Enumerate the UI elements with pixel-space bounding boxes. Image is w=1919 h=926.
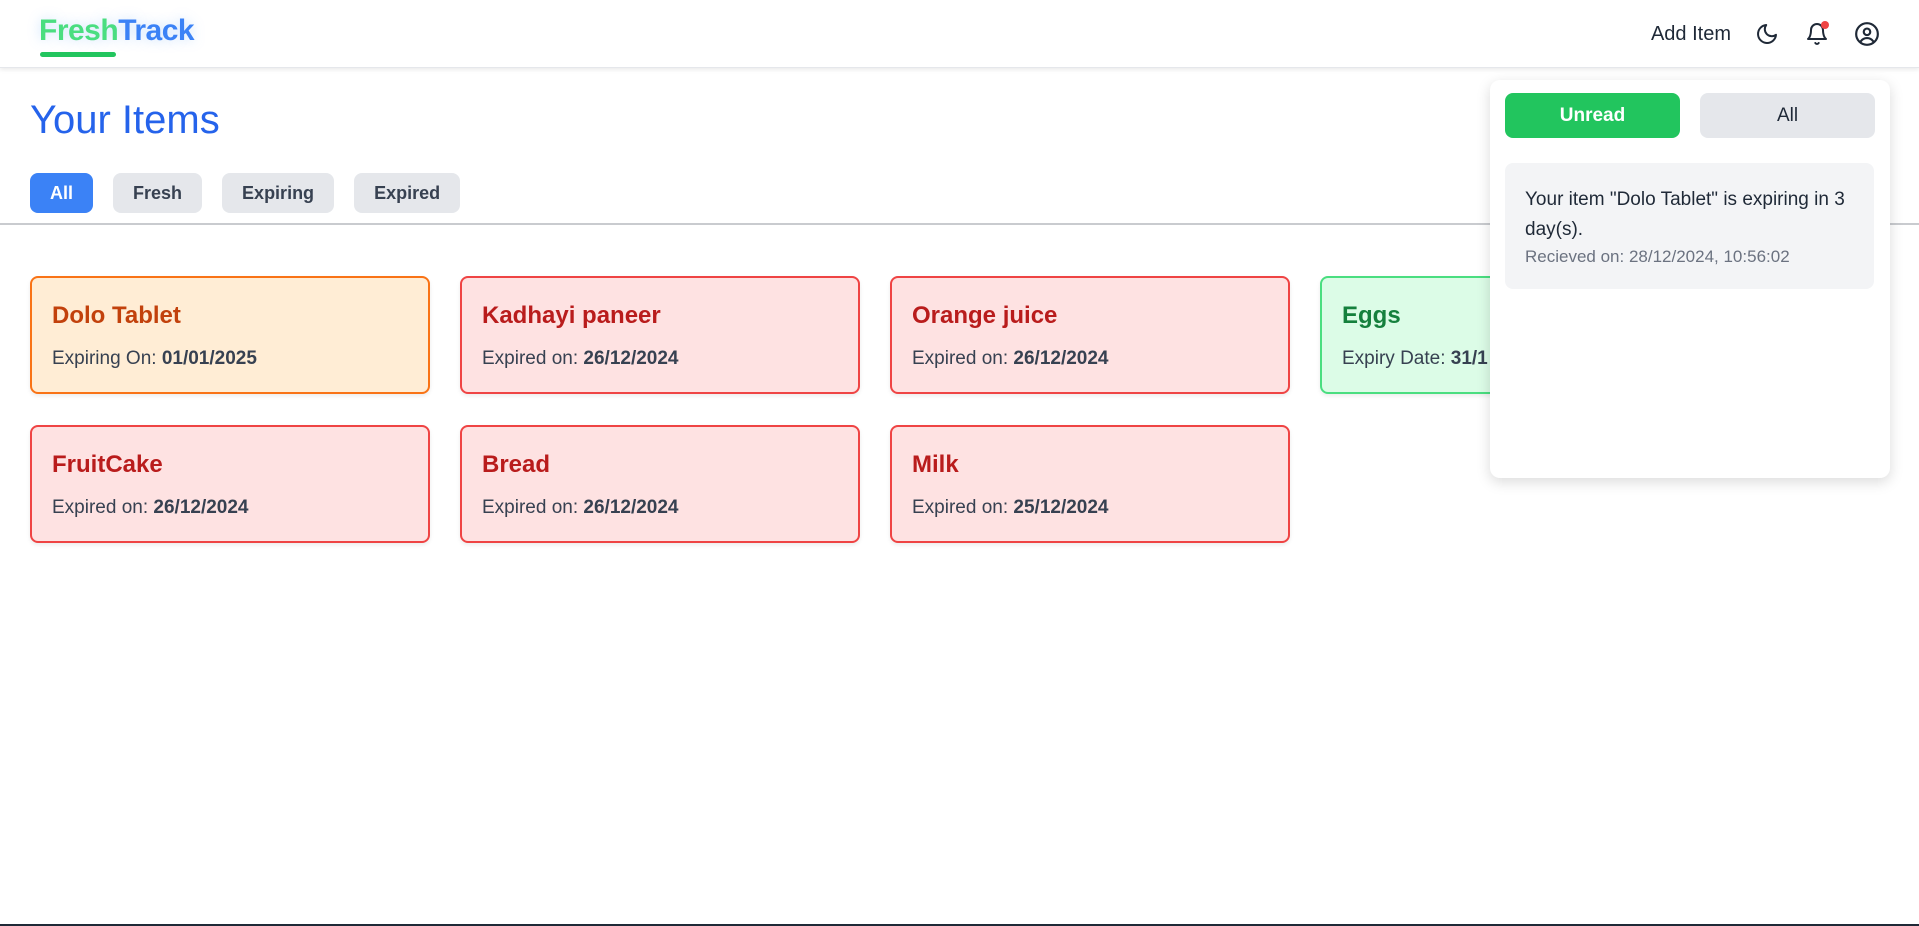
item-card[interactable]: FruitCake Expired on: 26/12/2024 bbox=[30, 425, 430, 543]
tab-all[interactable]: All bbox=[1700, 93, 1875, 138]
item-name: FruitCake bbox=[52, 451, 163, 478]
item-date: Expired on: 26/12/2024 bbox=[482, 348, 679, 369]
filter-all-button[interactable]: All bbox=[30, 173, 94, 213]
item-name: Kadhayi paneer bbox=[482, 302, 661, 329]
tab-unread[interactable]: Unread bbox=[1505, 93, 1680, 138]
filter-bar: All Fresh Expiring Expired bbox=[30, 173, 461, 213]
item-date: Expired on: 26/12/2024 bbox=[52, 497, 249, 518]
logo-track: Track bbox=[118, 14, 195, 47]
page-title: Your Items bbox=[30, 98, 220, 142]
item-name: Bread bbox=[482, 451, 551, 478]
item-card[interactable]: Orange juice Expired on: 26/12/2024 bbox=[890, 276, 1290, 394]
item-name: Milk bbox=[912, 451, 959, 478]
item-name: Orange juice bbox=[912, 302, 1058, 329]
filter-expired-button[interactable]: Expired bbox=[354, 173, 461, 213]
item-date: Expired on: 26/12/2024 bbox=[912, 348, 1109, 369]
notification-panel: Unread All Your item "Dolo Tablet" is ex… bbox=[1490, 80, 1890, 478]
add-item-link[interactable]: Add Item bbox=[1651, 23, 1731, 46]
item-date: Expiring On: 01/01/2025 bbox=[52, 348, 257, 369]
item-card[interactable]: Dolo Tablet Expiring On: 01/01/2025 bbox=[30, 276, 430, 394]
notification-tabs: Unread All bbox=[1505, 93, 1875, 138]
notification-dot bbox=[1821, 21, 1829, 29]
notification-message: Your item "Dolo Tablet" is expiring in 3… bbox=[1525, 189, 1845, 240]
notification-time: Recieved on: 28/12/2024, 10:56:02 bbox=[1525, 247, 1790, 266]
filter-fresh-button[interactable]: Fresh bbox=[113, 173, 203, 213]
item-name: Dolo Tablet bbox=[52, 302, 181, 329]
notification-item[interactable]: Your item "Dolo Tablet" is expiring in 3… bbox=[1505, 163, 1874, 289]
nav-actions: Add Item bbox=[1651, 17, 1881, 51]
navbar: FreshTrack Add Item bbox=[0, 0, 1919, 68]
user-icon[interactable] bbox=[1853, 20, 1881, 48]
filter-expiring-button[interactable]: Expiring bbox=[222, 173, 335, 213]
bell-icon[interactable] bbox=[1803, 20, 1831, 48]
item-date: Expired on: 26/12/2024 bbox=[482, 497, 679, 518]
app-logo[interactable]: FreshTrack bbox=[39, 14, 195, 48]
item-card[interactable]: Kadhayi paneer Expired on: 26/12/2024 bbox=[460, 276, 860, 394]
item-card[interactable]: Bread Expired on: 26/12/2024 bbox=[460, 425, 860, 543]
item-card[interactable]: Milk Expired on: 25/12/2024 bbox=[890, 425, 1290, 543]
logo-underline bbox=[40, 52, 116, 57]
logo-fresh: Fresh bbox=[39, 14, 119, 47]
item-date: Expired on: 25/12/2024 bbox=[912, 497, 1109, 518]
moon-icon[interactable] bbox=[1753, 20, 1781, 48]
